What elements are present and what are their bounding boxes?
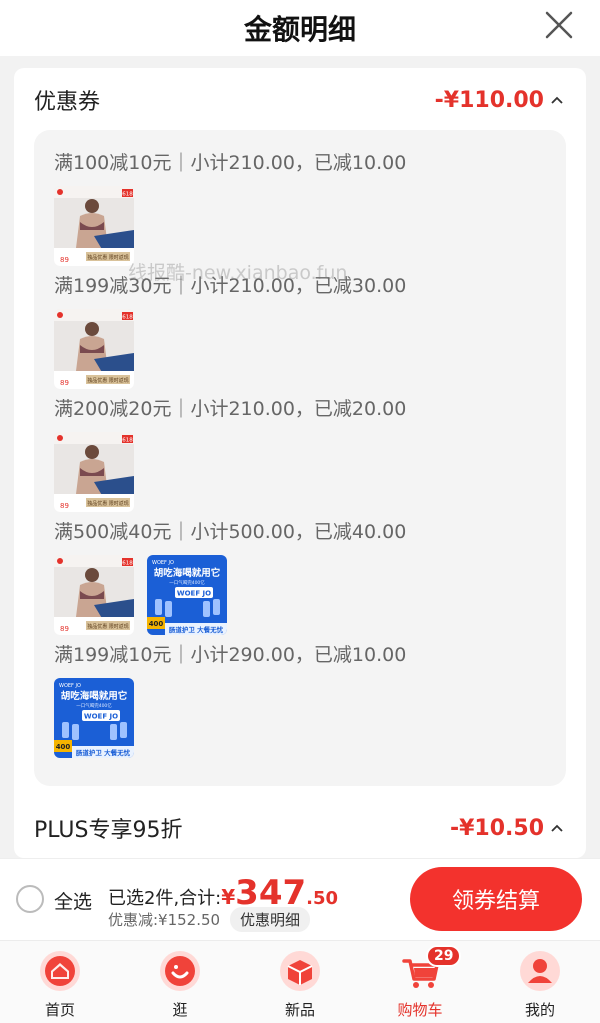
browse-icon: [160, 951, 200, 991]
svg-text:胡吃海喝就用它: 胡吃海喝就用它: [61, 690, 128, 702]
svg-text:89: 89: [60, 502, 69, 510]
coupon-detail-box: 满100减10元｜小计210.00，已减10.00 618 独品优惠 限时返现 89…: [34, 130, 566, 786]
tab-label: 购物车: [397, 1001, 443, 1019]
cart-count-badge: 29: [426, 945, 462, 967]
plus-label: PLUS专享95折: [34, 818, 183, 843]
currency-symbol: ¥: [221, 885, 236, 909]
svg-text:89: 89: [60, 256, 69, 264]
coupon-line: 满200减20元｜小计210.00，已减20.00: [54, 398, 407, 420]
svg-text:一口气喝完400亿: 一口气喝完400亿: [169, 579, 205, 586]
watermark: 线报酷-new.xianbao.fun: [128, 262, 348, 284]
home-icon: [40, 951, 80, 991]
header: 金额明细: [0, 0, 600, 56]
svg-text:400: 400: [149, 620, 164, 628]
bra-product-image: 618 独品优惠 限时返现 89: [54, 186, 134, 266]
select-all-label[interactable]: 全选: [54, 887, 92, 914]
close-button[interactable]: [544, 10, 574, 40]
svg-text:618: 618: [122, 192, 133, 198]
svg-text:WOEF JO: WOEF JO: [84, 713, 118, 721]
discount-detail-button[interactable]: 优惠明细: [230, 907, 311, 932]
coupon-line: 满199减10元｜小计290.00，已减10.00: [54, 644, 407, 666]
chevron-up-icon: [551, 96, 563, 104]
coupon-line: 满100减10元｜小计210.00，已减10.00: [54, 152, 407, 174]
plus-amount: -¥10.50: [450, 816, 564, 841]
svg-text:独品优惠 限时返现: 独品优惠 限时返现: [87, 254, 129, 261]
new-products-icon: [280, 951, 320, 991]
product-thumb-drink[interactable]: WOEF JO 胡吃海喝就用它 一口气喝完400亿 WOEF JO 400 肠道护卫 大餐…: [147, 555, 227, 635]
tab-new-products[interactable]: 新品: [260, 949, 340, 1021]
drink-product-image: WOEF JO胡吃海喝就用它一口气喝完400亿WOEF JO400肠道护卫 大餐…: [147, 555, 227, 635]
svg-text:独品优惠 限时返现: 独品优惠 限时返现: [87, 500, 129, 507]
select-all-checkbox[interactable]: [16, 885, 44, 913]
svg-text:WOEF JO: WOEF JO: [152, 560, 174, 566]
svg-text:胡吃海喝就用它: 胡吃海喝就用它: [154, 567, 221, 579]
drink-product-image: WOEF JO胡吃海喝就用它一口气喝完400亿WOEF JO400肠道护卫 大餐…: [54, 678, 134, 758]
svg-text:89: 89: [60, 625, 69, 633]
svg-text:肠道护卫 大餐无忧: 肠道护卫 大餐无忧: [76, 748, 131, 757]
checkout-bar: 全选 已选2件,合计: ¥ 347 .50 优惠减:¥152.50 优惠明细 领…: [0, 858, 600, 940]
tab-profile[interactable]: 我的: [500, 949, 580, 1021]
svg-text:肠道护卫 大餐无忧: 肠道护卫 大餐无忧: [169, 625, 224, 634]
tab-label: 逛: [172, 1001, 188, 1019]
product-thumb-bra[interactable]: 618 独品优惠 限时返现 89: [54, 186, 134, 266]
svg-text:独品优惠 限时返现: 独品优惠 限时返现: [87, 377, 129, 384]
svg-text:WOEF JO: WOEF JO: [177, 590, 211, 598]
amount-detail-card: 优惠券 -¥110.00 满100减10元｜小计210.00，已减10.00 6…: [14, 68, 586, 858]
svg-text:一口气喝完400亿: 一口气喝完400亿: [76, 702, 112, 709]
product-thumb-bra[interactable]: 618 独品优惠 限时返现 89: [54, 432, 134, 512]
coupon-row[interactable]: 优惠券 -¥110.00: [34, 80, 564, 120]
coupon-line: 满500减40元｜小计500.00，已减40.00: [54, 521, 407, 543]
tab-home[interactable]: 首页: [20, 949, 100, 1021]
product-thumb-bra[interactable]: 618 独品优惠 限时返现 89: [54, 309, 134, 389]
order-summary: 已选2件,合计: ¥ 347 .50: [108, 873, 338, 913]
summary-prefix: 已选2件,合计:: [108, 888, 222, 909]
coupon-amount: -¥110.00: [435, 88, 564, 113]
svg-text:618: 618: [122, 315, 133, 321]
bra-product-image: 618 独品优惠 限时返现 89: [54, 555, 134, 635]
tab-cart[interactable]: 29 购物车: [380, 945, 462, 1021]
svg-text:400: 400: [56, 743, 71, 751]
svg-text:WOEF JO: WOEF JO: [59, 683, 81, 689]
svg-text:618: 618: [122, 438, 133, 444]
bra-product-image: 618 独品优惠 限时返现 89: [54, 432, 134, 512]
profile-icon: [520, 951, 560, 991]
coupon-label: 优惠券: [34, 90, 101, 115]
tab-label: 新品: [284, 1001, 315, 1019]
chevron-up-icon: [551, 824, 563, 832]
total-price-decimal: .50: [306, 888, 339, 909]
discount-total: 优惠减:¥152.50: [108, 911, 221, 929]
bra-product-image: 618 独品优惠 限时返现 89: [54, 309, 134, 389]
plus-row[interactable]: PLUS专享95折 -¥10.50: [34, 808, 564, 848]
product-thumb-drink[interactable]: WOEF JO 胡吃海喝就用它 一口气喝完400亿 WOEF JO 400 肠道护卫 大餐…: [54, 678, 134, 758]
tab-browse[interactable]: 逛: [140, 949, 220, 1021]
product-thumb-bra[interactable]: 618 独品优惠 限时返现 89: [54, 555, 134, 635]
tab-label: 我的: [524, 1001, 555, 1019]
svg-text:618: 618: [122, 561, 133, 567]
svg-text:独品优惠 限时返现: 独品优惠 限时返现: [87, 623, 129, 630]
page-title: 金额明细: [243, 13, 356, 46]
bottom-tab-bar: 首页 逛 新品 29 购物车 我的: [0, 940, 600, 1023]
tab-label: 首页: [44, 1001, 75, 1019]
close-icon: [545, 11, 573, 39]
svg-text:89: 89: [60, 379, 69, 387]
checkout-button[interactable]: 领券结算: [410, 867, 582, 931]
